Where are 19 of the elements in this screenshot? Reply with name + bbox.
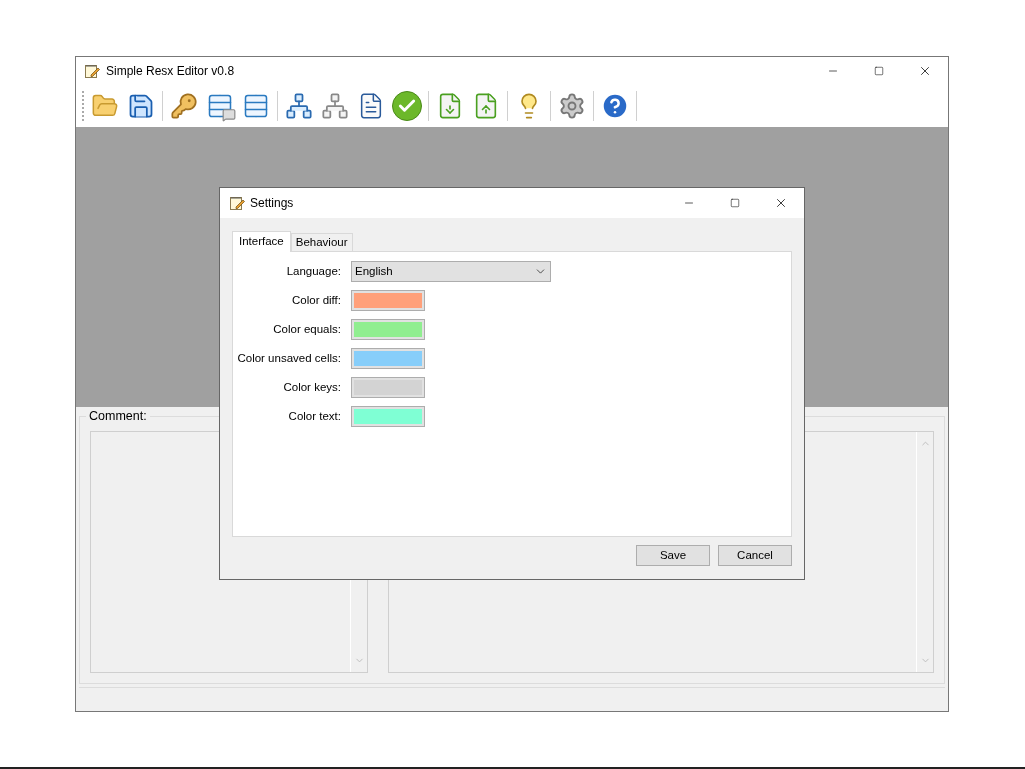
notepad-icon — [84, 63, 100, 79]
dialog-button[interactable]: Save — [636, 545, 710, 566]
field-label: Color keys: — [282, 379, 341, 395]
dialog-title: Settings — [250, 195, 294, 212]
tab[interactable]: Interface — [232, 231, 291, 252]
field-label: Color unsaved cells: — [236, 350, 341, 366]
window-title: Simple Resx Editor v0.8 — [106, 63, 235, 80]
tab[interactable]: Behaviour — [290, 233, 353, 251]
close-icon — [918, 64, 932, 78]
dialog-button[interactable]: Cancel — [718, 545, 792, 566]
language-dropdown[interactable]: English — [351, 261, 551, 282]
field-label: Color diff: — [291, 292, 341, 308]
close-icon — [774, 196, 788, 210]
field-label: Color equals: — [272, 321, 341, 337]
maximize-icon — [730, 198, 740, 208]
maximize-icon — [874, 66, 884, 76]
field-label: Color text: — [287, 408, 341, 424]
field-label: Language: — [285, 263, 341, 279]
notepad-icon — [229, 195, 245, 211]
